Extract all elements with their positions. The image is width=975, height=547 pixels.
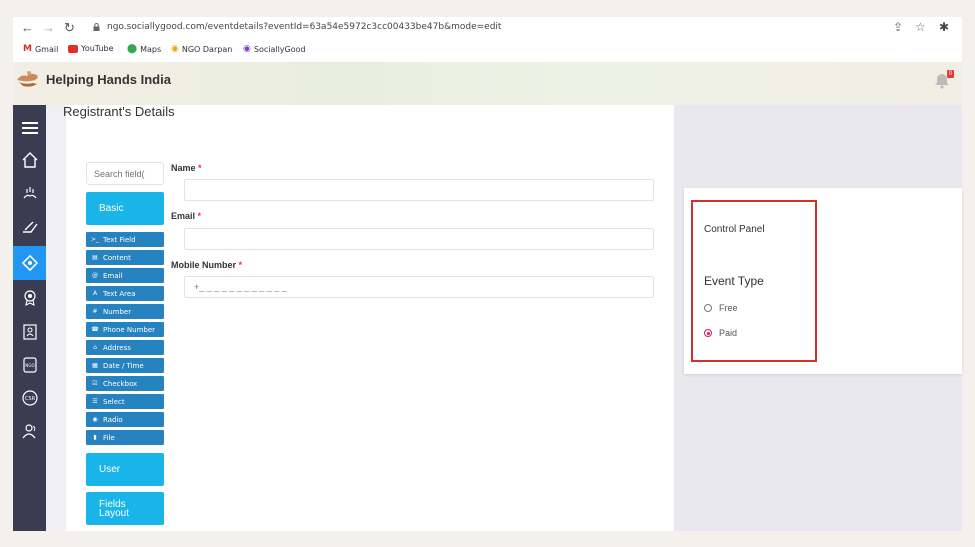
fields-layout-button[interactable]: Fields Layout	[86, 492, 164, 525]
page-title: Registrant's Details	[63, 104, 175, 119]
svg-text:NGO: NGO	[25, 363, 34, 368]
radio-paid[interactable]: Paid	[704, 328, 737, 338]
bookmark-maps[interactable]: ⬤ Maps	[127, 44, 161, 54]
extensions-icon[interactable]: ✱	[939, 20, 949, 34]
field-type-label: Date / Time	[103, 361, 144, 370]
event-type-label: Event Type	[704, 274, 764, 288]
donation-icon[interactable]	[13, 212, 46, 242]
bookmark-gmail[interactable]: M Gmail	[23, 44, 58, 54]
url-box[interactable]: ngo.sociallygood.com/eventdetails?eventI…	[81, 19, 941, 37]
helping-hands-logo-icon	[17, 71, 38, 87]
email-label: Email *	[171, 211, 202, 221]
csr-icon[interactable]: CSR	[13, 383, 46, 413]
field-type-label: Content	[103, 253, 131, 262]
left-sidebar: NGO CSR	[13, 105, 46, 531]
field-type-select[interactable]: ☰ Select	[86, 394, 164, 409]
badge-award-icon[interactable]	[13, 283, 46, 313]
url-text: ngo.sociallygood.com/eventdetails?eventI…	[107, 22, 502, 32]
notification-badge: 0	[947, 70, 954, 78]
field-type-phone-number[interactable]: ☎ Phone Number	[86, 322, 164, 337]
basic-button[interactable]: Basic	[86, 192, 164, 225]
field-type-label: Text Field	[103, 235, 136, 244]
star-icon[interactable]: ☆	[915, 20, 926, 34]
field-type-radio[interactable]: ◉ Radio	[86, 412, 164, 427]
search-field-input[interactable]	[86, 162, 164, 185]
lock-icon	[93, 23, 100, 31]
users-icon[interactable]	[13, 416, 46, 446]
forward-icon[interactable]: →	[42, 20, 55, 36]
field-type-icon: ▮	[93, 434, 97, 441]
field-type-icon: ▤	[92, 254, 98, 261]
radio-paid-circle[interactable]	[704, 329, 712, 337]
radio-free[interactable]: Free	[704, 303, 738, 313]
field-type-label: File	[103, 433, 115, 442]
field-type-label: Select	[103, 397, 125, 406]
ngo-darpan-icon: ◉	[171, 44, 179, 54]
field-type-icon: A	[92, 290, 98, 297]
field-type-content[interactable]: ▤ Content	[86, 250, 164, 265]
bookmark-ngo-darpan[interactable]: ◉ NGO Darpan	[171, 44, 232, 54]
field-type-label: Checkbox	[103, 379, 138, 388]
field-type-label: Number	[103, 307, 132, 316]
field-type-number[interactable]: # Number	[86, 304, 164, 319]
field-type-icon: @	[92, 272, 98, 279]
field-type-email[interactable]: @ Email	[86, 268, 164, 283]
reload-icon[interactable]: ↻	[64, 20, 75, 36]
field-type-label: Address	[103, 343, 131, 352]
field-type-icon: ☎	[91, 326, 99, 333]
svg-text:CSR: CSR	[24, 396, 35, 402]
volunteer-hands-icon[interactable]	[13, 178, 46, 208]
mobile-input[interactable]	[184, 276, 654, 298]
field-type-icon: #	[92, 308, 98, 315]
bookmarks-bar: M Gmail YouTube ⬤ Maps ◉ NGO Darpan ◉ So…	[13, 41, 962, 59]
field-type-address[interactable]: ⌂ Address	[86, 340, 164, 355]
user-button[interactable]: User	[86, 453, 164, 486]
content-gutter	[46, 105, 66, 531]
name-input[interactable]	[184, 179, 654, 201]
field-type-file[interactable]: ▮ File	[86, 430, 164, 445]
field-type-icon: ▦	[92, 362, 98, 369]
bookmark-youtube[interactable]: YouTube	[68, 44, 114, 53]
name-label: Name *	[171, 163, 202, 173]
back-icon[interactable]: ←	[21, 20, 34, 36]
app-header: Helping Hands India 0	[13, 62, 962, 105]
menu-icon[interactable]	[13, 113, 46, 143]
field-type-icon: ⌂	[93, 344, 97, 351]
contacts-icon[interactable]	[13, 317, 46, 347]
field-type-icon: ◉	[92, 416, 98, 423]
mobile-label: Mobile Number *	[171, 260, 243, 270]
events-icon[interactable]	[13, 246, 46, 280]
field-type-checkbox[interactable]: ☑ Checkbox	[86, 376, 164, 391]
ngo-icon[interactable]: NGO	[13, 350, 46, 380]
bookmark-sociallygood[interactable]: ◉ SociallyGood	[243, 44, 306, 54]
field-type-text-area[interactable]: A Text Area	[86, 286, 164, 301]
youtube-icon	[68, 44, 78, 53]
field-type-icon: >_	[91, 236, 100, 243]
field-type-icon: ☑	[92, 380, 98, 387]
gmail-icon: M	[23, 44, 32, 54]
field-type-date-time[interactable]: ▦ Date / Time	[86, 358, 164, 373]
sociallygood-icon: ◉	[243, 44, 251, 54]
control-panel-title: Control Panel	[704, 224, 765, 235]
field-type-label: Phone Number	[103, 325, 156, 334]
field-type-label: Text Area	[103, 289, 136, 298]
radio-free-circle[interactable]	[704, 304, 712, 312]
home-icon[interactable]	[13, 145, 46, 175]
field-type-label: Email	[103, 271, 123, 280]
email-input[interactable]	[184, 228, 654, 250]
maps-pin-icon: ⬤	[127, 44, 138, 54]
share-icon[interactable]: ⇪	[893, 20, 903, 34]
field-type-label: Radio	[103, 415, 123, 424]
address-bar: ← → ↻ ngo.sociallygood.com/eventdetails?…	[13, 17, 962, 39]
field-type-icon: ☰	[92, 398, 98, 405]
field-type-text-field[interactable]: >_ Text Field	[86, 232, 164, 247]
brand-name: Helping Hands India	[46, 72, 171, 87]
